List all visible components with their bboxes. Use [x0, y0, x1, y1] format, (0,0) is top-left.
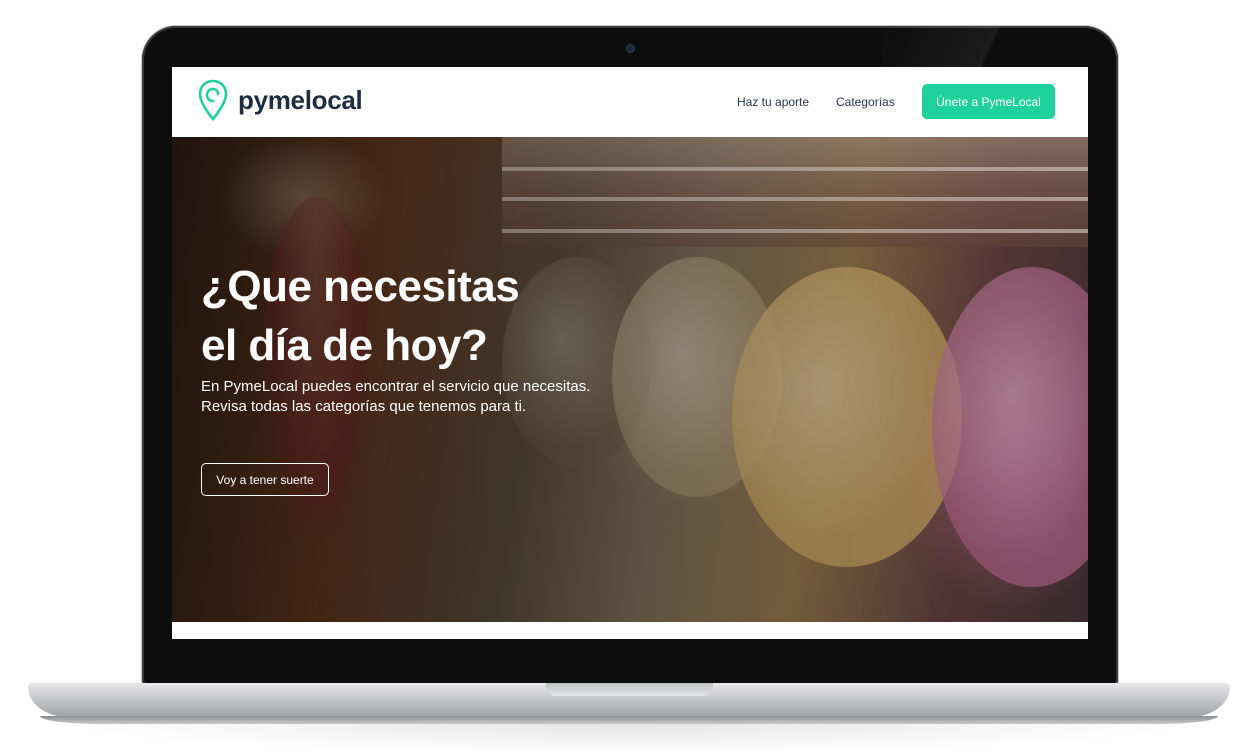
nav-link-categorias[interactable]: Categorías: [836, 95, 895, 109]
nav-link-haz-tu-aporte[interactable]: Haz tu aporte: [737, 95, 809, 109]
hero-subtitle: En PymeLocal puedes encontrar el servici…: [201, 377, 721, 417]
hero-subtitle-line: En PymeLocal puedes encontrar el servici…: [201, 378, 591, 395]
hero-title-line: el día de hoy?: [201, 321, 488, 370]
laptop-screen: pymelocal Haz tu aporte Categorías Únete…: [172, 67, 1088, 639]
hero-section: ¿Que necesitas el día de hoy? En PymeLoc…: [172, 137, 1088, 622]
join-pymelocal-button[interactable]: Únete a PymeLocal: [922, 84, 1055, 119]
location-pin-icon: [198, 79, 228, 121]
logo-text: pymelocal: [238, 84, 363, 115]
site-logo[interactable]: pymelocal: [198, 79, 363, 121]
hero-title-line: ¿Que necesitas: [201, 262, 520, 311]
laptop-notch: [546, 683, 713, 696]
hero-title: ¿Que necesitas el día de hoy?: [201, 257, 681, 375]
webcam-icon: [626, 44, 635, 53]
laptop-base-edge: [40, 716, 1218, 724]
site-header: pymelocal Haz tu aporte Categorías Únete…: [172, 67, 1088, 137]
feeling-lucky-button[interactable]: Voy a tener suerte: [201, 463, 329, 496]
hero-subtitle-line: Revisa todas las categorías que tenemos …: [201, 398, 527, 415]
laptop-shadow: [60, 724, 1200, 754]
